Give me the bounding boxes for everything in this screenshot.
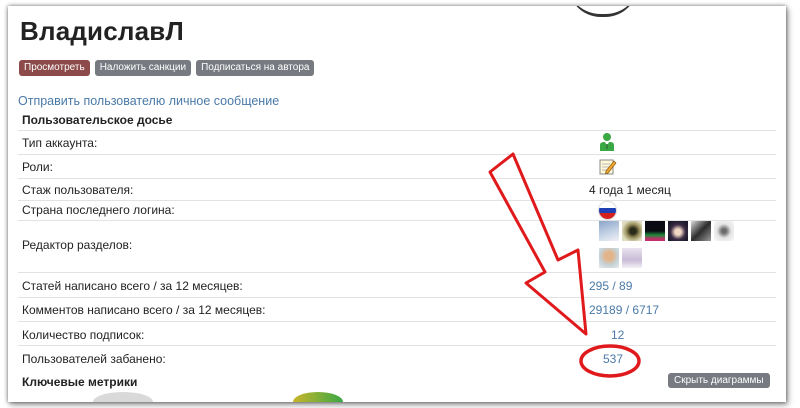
section-thumb-8[interactable] (622, 248, 642, 268)
section-thumb-6[interactable] (714, 221, 734, 241)
row-country: Страна последнего логина: (18, 200, 776, 221)
row-account-type: Тип аккаунта: (18, 130, 776, 155)
tenure-label: Стаж пользователя: (22, 183, 134, 197)
section-thumbs-row-2 (599, 248, 642, 268)
row-section-editor: Редактор разделов: (18, 220, 776, 273)
section-thumb-5[interactable] (691, 221, 711, 241)
tenure-value: 4 года 1 месяц (589, 183, 671, 197)
sanctions-button[interactable]: Наложить санкции (94, 60, 192, 76)
profile-page: ВладиславЛ Просмотреть Наложить санкции … (8, 6, 786, 402)
row-roles: Роли: (18, 154, 776, 179)
comments-label: Комментов написано всего / за 12 месяцев… (22, 303, 266, 317)
section-thumb-2[interactable] (622, 221, 642, 241)
section-editor-label: Редактор разделов: (22, 238, 133, 252)
account-type-label: Тип аккаунта: (22, 136, 98, 150)
section-thumbs-row-1 (599, 221, 734, 241)
section-thumb-3[interactable] (645, 221, 665, 241)
articles-label: Статей написано всего / за 12 месяцев: (22, 279, 243, 293)
private-message-link[interactable]: Отправить пользователю личное сообщение (18, 94, 279, 108)
subscriptions-label: Количество подписок: (22, 328, 145, 342)
row-comments: Комментов написано всего / за 12 месяцев… (18, 297, 776, 322)
section-thumb-4[interactable] (668, 221, 688, 241)
chart-edge-1 (93, 392, 153, 402)
dossier-title: Пользовательское досье (22, 113, 173, 127)
banned-value[interactable]: 537 (603, 352, 623, 366)
subscriptions-value[interactable]: 12 (611, 328, 624, 342)
roles-label: Роли: (22, 160, 53, 174)
hide-charts-button[interactable]: Скрыть диаграммы (668, 373, 770, 388)
user-green-icon (600, 133, 614, 151)
subscribe-button[interactable]: Подписаться на автора (196, 60, 315, 76)
view-button[interactable]: Просмотреть (19, 60, 90, 76)
banned-label: Пользователей забанено: (22, 352, 166, 366)
row-tenure: Стаж пользователя: 4 года 1 месяц (18, 178, 776, 201)
section-thumb-1[interactable] (599, 221, 619, 241)
profile-actions: Просмотреть Наложить санкции Подписаться… (19, 60, 315, 76)
row-banned: Пользователей забанено: 537 (18, 345, 776, 370)
section-thumb-7[interactable] (599, 248, 619, 268)
notepad-pencil-icon (599, 159, 617, 175)
metrics-title: Ключевые метрики (22, 375, 138, 389)
articles-value[interactable]: 295 / 89 (589, 279, 632, 293)
country-label: Страна последнего логина: (22, 203, 175, 217)
page-title: ВладиславЛ (20, 16, 184, 46)
row-articles: Статей написано всего / за 12 месяцев: 2… (18, 272, 776, 298)
chart-edge-2 (293, 392, 343, 402)
avatar-edge (568, 6, 638, 17)
comments-value[interactable]: 29189 / 6717 (589, 303, 659, 317)
russia-flag-icon (599, 202, 616, 219)
row-subscriptions: Количество подписок: 12 (18, 321, 776, 346)
